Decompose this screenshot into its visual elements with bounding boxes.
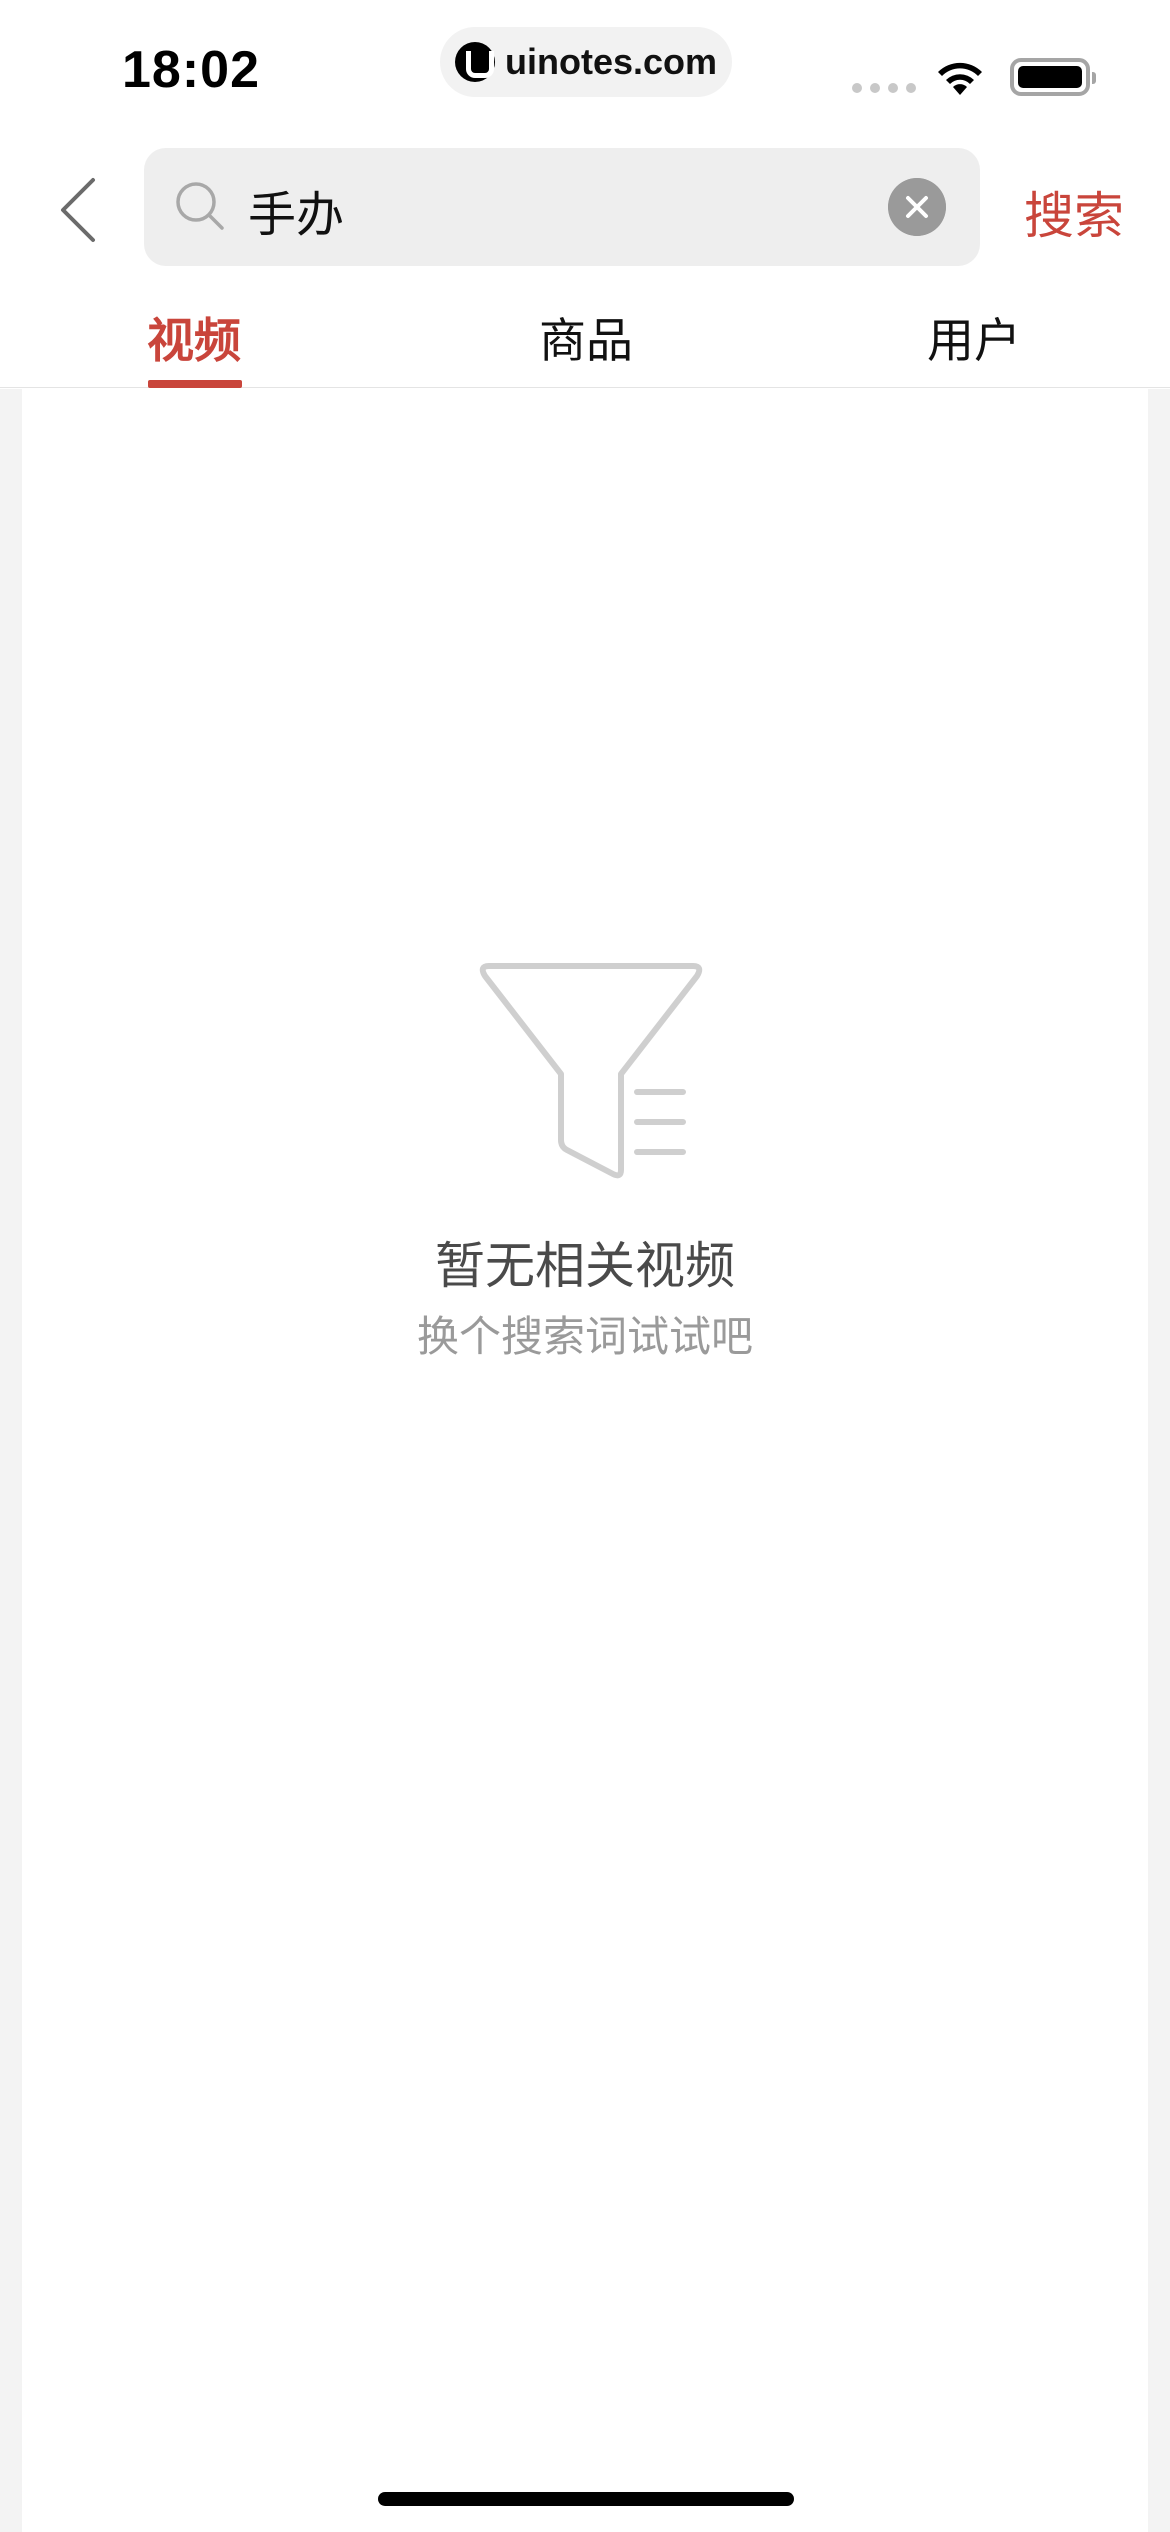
tab-users[interactable]: 用户	[926, 302, 1022, 388]
active-tab-indicator	[148, 380, 242, 388]
wifi-icon	[938, 62, 982, 95]
url-text: uinotes.com	[504, 41, 718, 82]
home-indicator[interactable]	[378, 2492, 794, 2506]
back-button[interactable]	[48, 170, 118, 250]
search-input[interactable]: 手办	[144, 148, 980, 266]
results-panel: 暂无相关视频 换个搜索词试试吧	[22, 389, 1148, 2532]
tab-goods[interactable]: 商品	[538, 302, 634, 388]
url-pill[interactable]: uinotes.com	[440, 27, 732, 97]
site-logo-icon	[454, 42, 495, 82]
clear-search-button[interactable]	[888, 178, 946, 236]
status-time: 18:02	[122, 41, 260, 99]
battery-icon	[1010, 58, 1096, 96]
results-area: 暂无相关视频 换个搜索词试试吧	[0, 389, 1170, 2532]
empty-state-title: 暂无相关视频	[435, 1237, 735, 1295]
search-button[interactable]: 搜索	[1024, 176, 1124, 248]
cellular-signal-icon	[852, 83, 916, 93]
result-tabs: 视频 商品 用户	[0, 280, 1170, 388]
status-bar: 18:02 uinotes.com	[0, 0, 1170, 140]
search-icon	[176, 182, 224, 230]
search-header: 手办 搜索	[0, 140, 1170, 280]
funnel-icon	[479, 963, 703, 1179]
search-query-text: 手办	[248, 187, 345, 243]
tab-video[interactable]: 视频	[146, 302, 242, 388]
empty-state-subtitle: 换个搜索词试试吧	[416, 1312, 753, 1361]
